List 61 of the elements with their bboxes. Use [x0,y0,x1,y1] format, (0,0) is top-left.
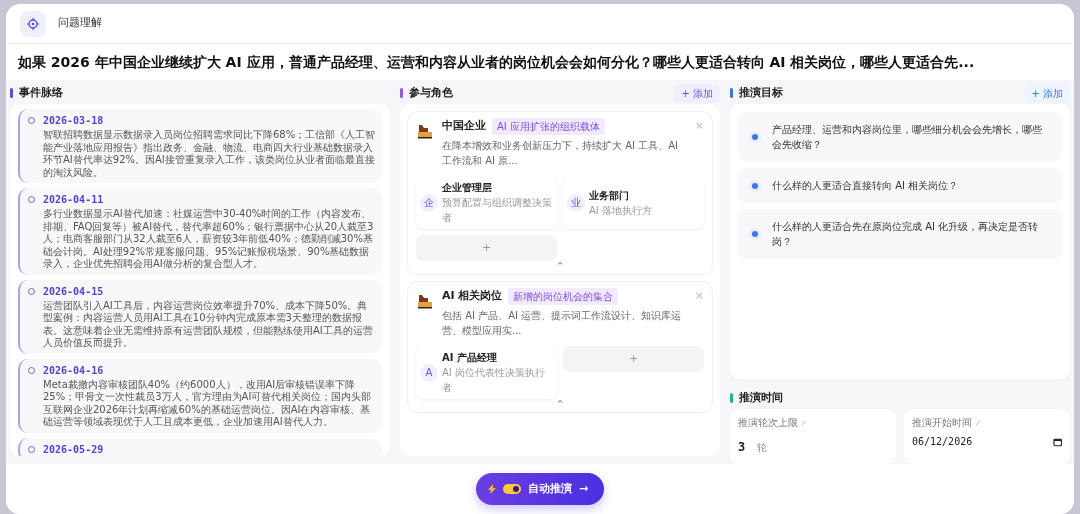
building-icon [416,122,434,140]
collapse-button[interactable]: ⌃ [555,261,565,272]
avatar-icon: A [420,363,438,382]
button-label: 自动推演 [527,480,572,497]
event-date: 2026-04-11 [43,193,104,207]
role-tag: 新增的岗位机会的集合 [508,288,619,305]
rounds-value: 3 [738,440,746,454]
member-name: 企业管理层 [442,181,493,195]
role-name: AI 相关岗位 [442,288,503,305]
goal-text: 什么样的人更适合直接转向 AI 相关岗位？ [772,179,959,193]
calendar-icon[interactable] [1052,436,1062,447]
bullet-icon [752,182,758,189]
event-date: 2026-04-16 [43,363,104,378]
event-text: Meta裁撤内容审核团队40%（约6000人），改用AI后审核错误率下降25%；甲骨文一次性裁员3万人，官方理由为AI可替代相关岗位；国内头部互联网企业2026年计划再缩减60%的基础运营岗位。因AI在内容审核、基础运营等领域表现优于人工且成本更低，企业加速用AI替代人力。 [42,378,373,429]
section-title: 推演时间 [739,389,783,406]
lightning-icon [487,484,496,494]
add-button[interactable]: + 添加 [1024,83,1070,103]
goal-text: 产品经理、运营和内容岗位里，哪些细分机会会先增长，哪些会先收缩？ [772,123,1043,152]
event-text: 运营团队引入AI工具后，内容运营岗位效率提升70%、成本下降50%。典型案例：内容运营人员用AI工具在10分钟内完成原本需3天整理的数据报表。这意味着企业无需维持原有运营团队规模，但能熟练使用AI工具的运营人员价值反而提升。 [42,299,374,350]
member-description: AI 落地执行方 [589,203,652,218]
event-text: 智联招聘数据显示数据录入员岗位招聘需求同比下降68%；工信部《人工智能产业落地应用报告》指出政务、金融、物流、电商四大行业基础数据录入环节AI替代率达92%。因AI接管重复录入工作，该类岗位从业者面临最直接的淘汰风险。 [42,129,376,179]
date-field[interactable]: 06/12/2026 [912,434,1053,449]
building-icon [416,292,434,310]
close-button[interactable]: × [694,288,704,305]
section-title: 事件脉络 [19,84,63,101]
event-date: 2026-03-18 [43,114,104,128]
event-text: 多行业数据显示AI替代加速：社媒运营中30-40%时间的工作（内容发布、排期、FAQ回复等）被AI替代，替代率超60%；银行票据中心从20人裁至3人；电商客服部门从32人裁至6人，薪资较3年前低40%；德勤削减30%基础会计岗。AI处理92%常规客服问题、95%记账报税场景、90%基础数据录入，企业优先招聘会用AI做分析的复合型人才。 [42,208,375,271]
bullet-icon [752,134,758,140]
crosshair-icon [20,10,46,37]
add-member-button[interactable]: + [416,235,557,261]
avatar-icon: 企 [420,193,438,212]
goal-text: 什么样的人更适合先在原岗位完成 AI 化升级，再决定是否转岗？ [772,220,1040,249]
arrow-icon: → [578,480,589,498]
section-title: 参与角色 [409,84,453,101]
pencil-icon [975,419,981,426]
add-button[interactable]: + 添加 [674,83,720,103]
add-member-button[interactable]: + [563,346,704,372]
event-date: 2026-04-15 [43,284,104,299]
member-description: AI 岗位代表性决策执行者 [442,366,546,395]
role-description: 在降本增效和业务创新压力下，持续扩大 AI 工具、AI 工作流和 AI 原... [442,139,679,168]
bullet-icon [752,231,758,237]
member-name: 业务部门 [589,188,630,203]
role-name: 中国企业 [442,118,486,135]
collapse-button[interactable]: ⌃ [555,399,565,410]
auto-simulate-button[interactable]: 自动推演 → [475,472,605,506]
close-button[interactable]: × [694,118,704,135]
toggle-switch[interactable] [502,484,521,494]
field-label: 推演轮次上限 [738,416,798,430]
role-description: 包括 AI 产品、AI 运营、提示词工作流设计、知识库运营、模型应用实... [442,309,683,338]
field-label: 推演开始时间 [912,416,972,430]
rounds-field[interactable]: 推演轮次上限 3 轮 [730,409,896,464]
event-date: 2026-05-29 [43,442,104,456]
section-title: 推演目标 [739,84,783,101]
role-tag: AI 应用扩张的组织载体 [492,118,605,135]
unit-label: 轮 [757,442,768,453]
question-title: 如果 2026 年中国企业继续扩大 AI 应用，普通产品经理、运营和内容从业者的岗位机会会如何分化？哪些人更适合转向 AI 相关岗位，哪些人更适合先... [17,53,976,72]
pencil-icon [801,419,807,426]
header-title: 问题理解 [58,15,102,32]
member-name: AI 产品经理 [442,351,498,365]
member-description: 预算配置与组织调整决策者 [442,196,553,225]
avatar-icon: 业 [567,193,585,212]
